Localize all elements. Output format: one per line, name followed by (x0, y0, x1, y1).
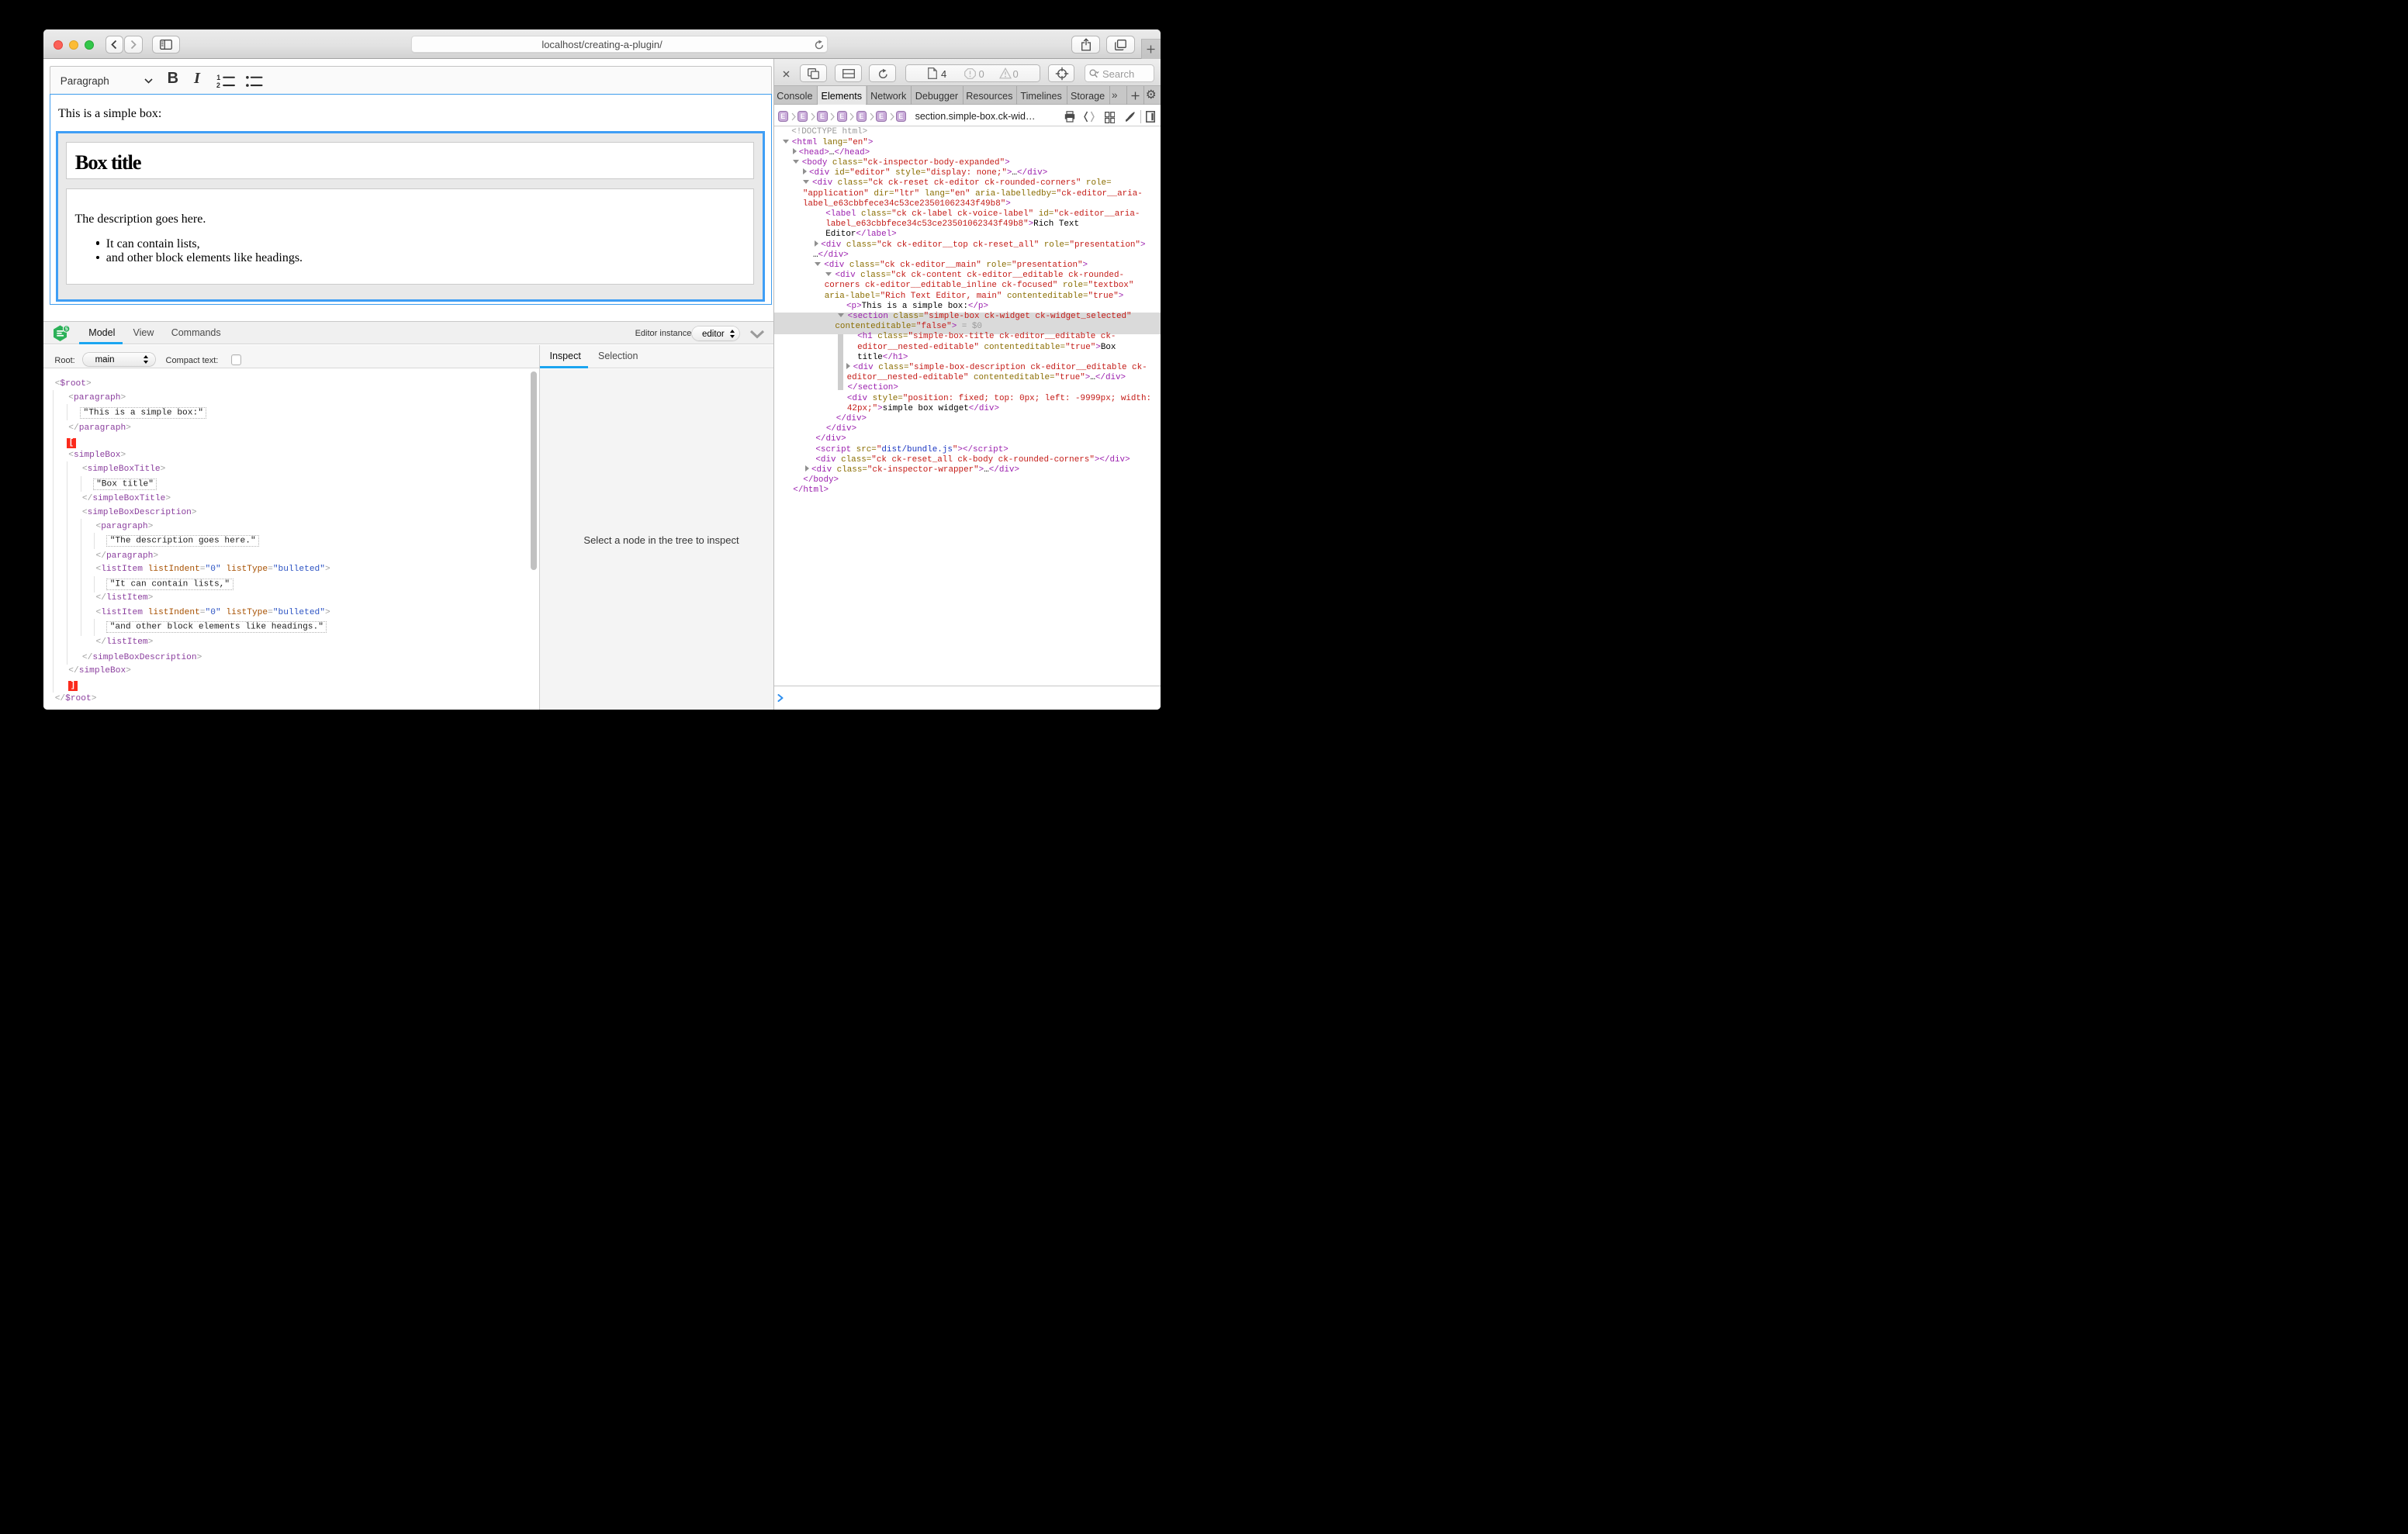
svg-text:5: 5 (64, 326, 67, 332)
svg-text:1: 1 (216, 74, 220, 81)
svg-text:2: 2 (216, 81, 220, 88)
